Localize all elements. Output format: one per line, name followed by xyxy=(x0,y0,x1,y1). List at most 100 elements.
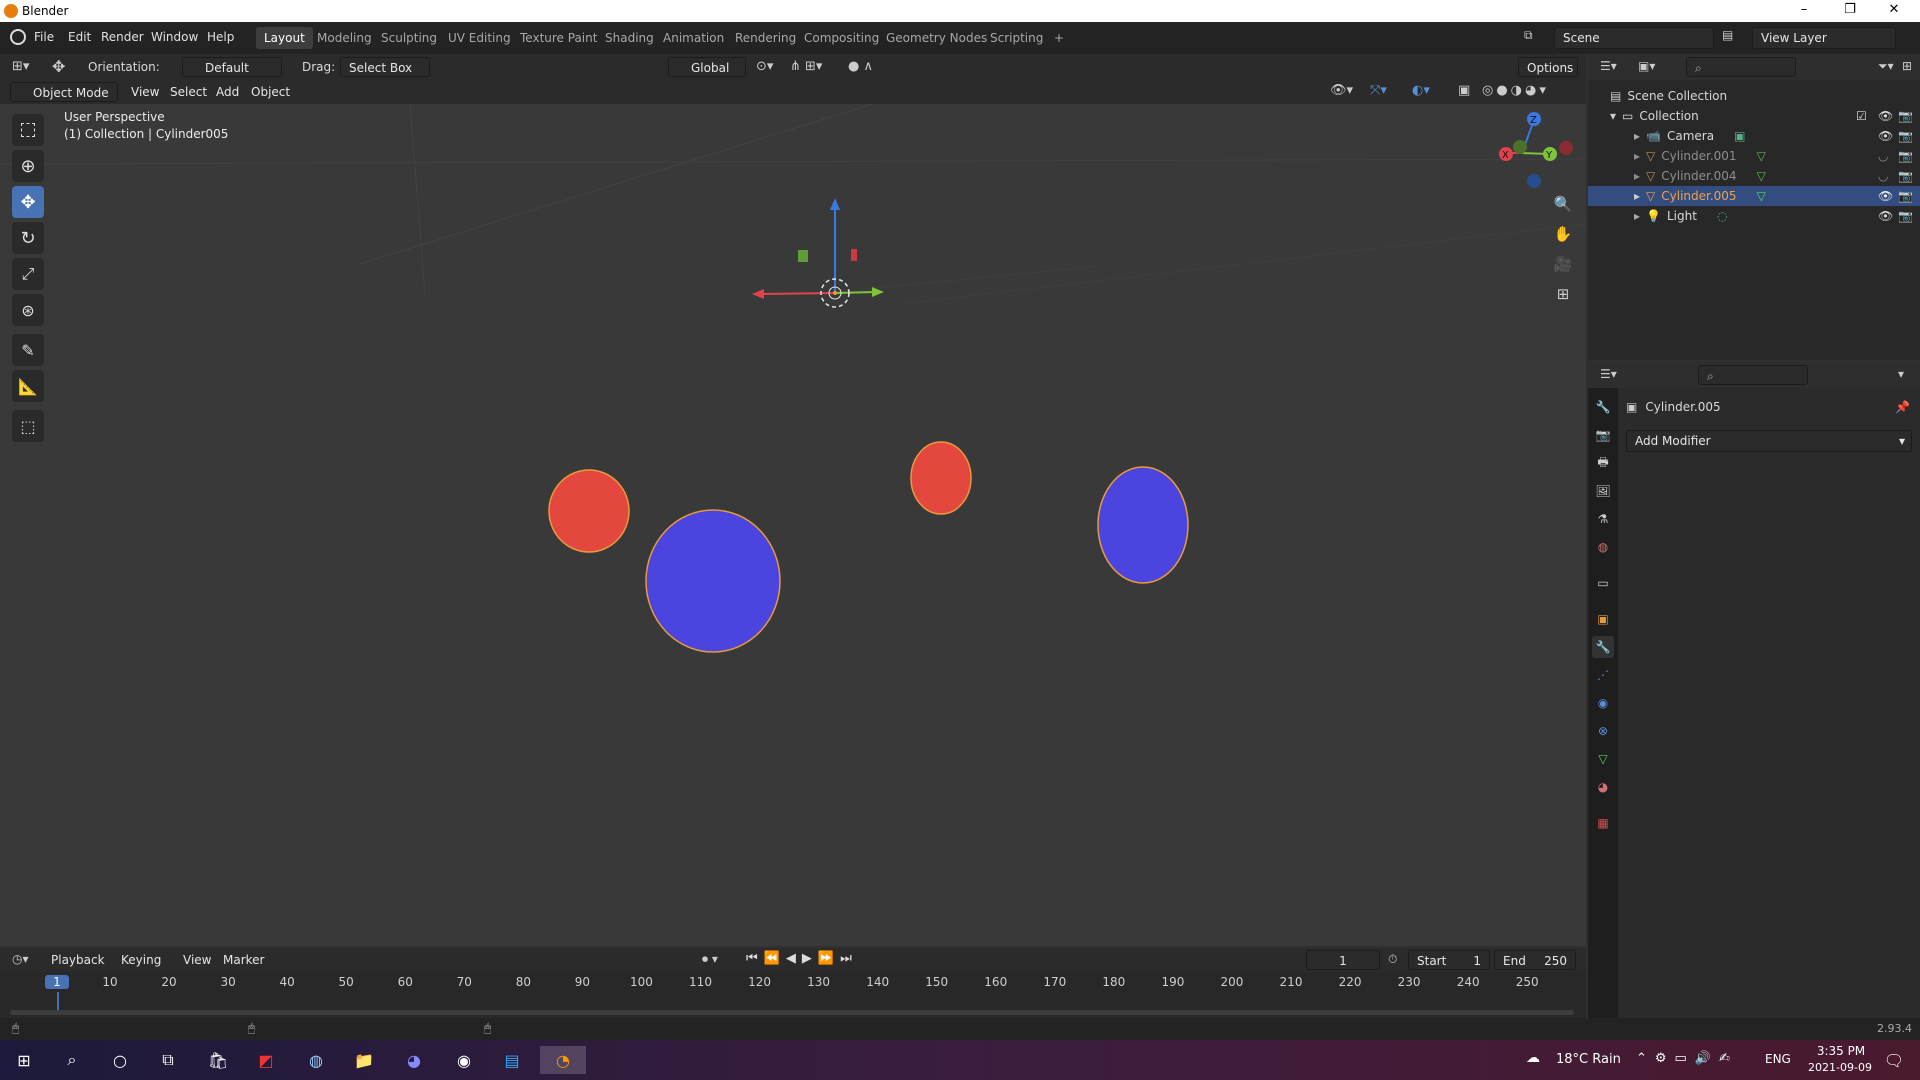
eye-icon[interactable]: 👁 xyxy=(1878,109,1893,123)
object-mode-dropdown[interactable]: Object Mode xyxy=(10,82,118,102)
tab-layout[interactable]: Layout xyxy=(256,27,313,49)
editor-type-icon[interactable]: ⊞▾ xyxy=(12,59,29,74)
modifier-tab-icon[interactable]: 🔧 xyxy=(1592,636,1614,658)
playback-controls-icons[interactable]: ⏮⏪◀▶⏩⏭ xyxy=(746,951,858,966)
clock-time[interactable]: 3:35 PM xyxy=(1806,1044,1876,1058)
particles-tab-icon[interactable]: ⋰ xyxy=(1592,664,1614,686)
transform-gizmo[interactable] xyxy=(752,198,884,308)
timeline-menu-marker[interactable]: Marker xyxy=(216,950,271,970)
scale-tool[interactable]: ⤢ xyxy=(12,258,44,290)
menu-window[interactable]: Window xyxy=(151,30,198,44)
steam-icon[interactable]: ◍ xyxy=(296,1046,336,1074)
expand-arrow-icon[interactable]: ▸ xyxy=(1634,129,1640,143)
system-tray-icons[interactable]: ⌃⚙▭🔊✍ xyxy=(1636,1051,1738,1066)
tab-modeling[interactable]: Modeling xyxy=(309,27,380,49)
cylinder-blue-left[interactable] xyxy=(645,509,781,653)
outliner-item-light[interactable]: ▸ 💡 Light ◌ 👁 📷 xyxy=(1588,206,1920,226)
tab-shading[interactable]: Shading xyxy=(597,27,662,49)
menu-render[interactable]: Render xyxy=(101,30,144,44)
perspective-toggle-icon[interactable]: ⊞ xyxy=(1549,280,1577,308)
timeline-scrollbar[interactable] xyxy=(10,1010,1574,1015)
tab-rendering[interactable]: Rendering xyxy=(727,27,804,49)
scene-selector[interactable]: Scene xyxy=(1554,27,1714,49)
add-modifier-dropdown[interactable]: Add Modifier ▾ xyxy=(1626,430,1912,452)
collection-tab-icon[interactable]: ▭ xyxy=(1592,572,1614,594)
cylinder-red-left[interactable] xyxy=(548,469,630,553)
properties-search-input[interactable]: ⌕ xyxy=(1698,365,1808,385)
camera-view-icon[interactable]: 🎥 xyxy=(1549,250,1577,278)
tool-tab-icon[interactable]: 🔧 xyxy=(1592,396,1614,418)
outliner-item-cylinder-004[interactable]: ▸ ▽ Cylinder.004 ▽ ◡ 📷 xyxy=(1588,166,1920,186)
select-box-tool[interactable] xyxy=(12,114,44,146)
pivot-icon[interactable]: ⊙▾ xyxy=(756,59,773,74)
pin-icon[interactable]: 📌 xyxy=(1895,400,1910,414)
tab-scripting[interactable]: Scripting xyxy=(982,27,1051,49)
render-camera-icon[interactable]: 📷 xyxy=(1898,129,1913,143)
task-view-icon[interactable]: ⧉ xyxy=(148,1046,188,1074)
proportional-edit-icon[interactable]: ● ∧ xyxy=(848,59,873,74)
transform-tool[interactable]: ⊛ xyxy=(12,294,44,326)
scene-tab-icon[interactable]: ⚗ xyxy=(1592,508,1614,530)
properties-editor-icon[interactable]: ☰▾ xyxy=(1600,367,1617,381)
amd-icon[interactable]: ◩ xyxy=(246,1046,286,1074)
weather-icon[interactable]: ☁ xyxy=(1526,1050,1540,1066)
timeline-editor-icon[interactable]: ◷▾ xyxy=(12,952,29,966)
render-camera-icon[interactable]: 📷 xyxy=(1898,209,1913,223)
viewport-menu-add[interactable]: Add xyxy=(209,82,246,102)
navigation-gizmo[interactable]: Z Y X xyxy=(1499,112,1573,188)
menu-edit[interactable]: Edit xyxy=(68,30,91,44)
cursor-tool[interactable]: ⊕ xyxy=(12,150,44,182)
annotate-tool[interactable]: ✎ xyxy=(12,334,44,366)
language-indicator[interactable]: ENG xyxy=(1765,1052,1791,1066)
viewport-menu-view[interactable]: View xyxy=(124,82,166,102)
render-camera-icon[interactable]: 📷 xyxy=(1898,169,1913,183)
tab-texture-paint[interactable]: Texture Paint xyxy=(512,27,605,49)
xray-icon[interactable]: ▣ xyxy=(1458,83,1470,98)
eye-icon[interactable]: 👁 xyxy=(1878,189,1893,203)
snap-icon[interactable]: ⋔ ⊞▾ xyxy=(790,59,822,74)
expand-arrow-icon[interactable]: ▸ xyxy=(1634,209,1640,223)
playhead[interactable]: 1 xyxy=(45,975,69,989)
pan-hand-icon[interactable]: ✋ xyxy=(1549,220,1577,248)
current-frame-field[interactable]: 1 xyxy=(1306,950,1380,970)
view-layer-selector[interactable]: View Layer xyxy=(1752,27,1896,49)
world-tab-icon[interactable]: ◍ xyxy=(1592,536,1614,558)
move-tool[interactable]: ✥ xyxy=(12,186,44,218)
restore-button[interactable]: ❐ xyxy=(1830,2,1870,20)
eye-hidden-icon[interactable]: ◡ xyxy=(1878,149,1888,163)
outliner-editor-icon[interactable]: ☰▾ xyxy=(1600,59,1617,73)
overlays-icon[interactable]: ◐▾ xyxy=(1412,83,1430,98)
outliner-item-cylinder-005[interactable]: ▸ ▽ Cylinder.005 ▽ 👁 📷 xyxy=(1588,186,1920,206)
physics-tab-icon[interactable]: ◉ xyxy=(1592,692,1614,714)
constraints-tab-icon[interactable]: ⊗ xyxy=(1592,720,1614,742)
outliner-collection[interactable]: ▾ ▭ Collection ☑ 👁 📷 xyxy=(1588,106,1920,126)
eye-icon[interactable]: 👁 xyxy=(1878,209,1893,223)
object-tab-icon[interactable]: ▣ xyxy=(1592,608,1614,630)
end-frame-field[interactable]: End 250 xyxy=(1494,950,1576,970)
expand-arrow-icon[interactable]: ▸ xyxy=(1634,169,1640,183)
app-icon[interactable]: ▤ xyxy=(492,1046,532,1074)
minimize-button[interactable]: – xyxy=(1784,2,1824,20)
tab-animation[interactable]: Animation xyxy=(655,27,732,49)
visibility-icon[interactable]: 👁▾ xyxy=(1330,83,1353,98)
add-workspace-button[interactable]: + xyxy=(1046,27,1072,49)
texture-tab-icon[interactable]: ▦ xyxy=(1592,812,1614,834)
eye-hidden-icon[interactable]: ◡ xyxy=(1878,169,1888,183)
drag-dropdown[interactable]: Select Box xyxy=(340,57,430,77)
3d-viewport[interactable]: Z Y X User Perspective (1) Collection | … xyxy=(0,104,1586,946)
start-frame-field[interactable]: Start 1 xyxy=(1408,950,1490,970)
view-layer-tab-icon[interactable]: 🖼 xyxy=(1592,480,1614,502)
outliner-item-camera[interactable]: ▸ 📹 Camera ▣ 👁 📷 xyxy=(1588,126,1920,146)
outliner-search-input[interactable]: ⌕ xyxy=(1686,57,1796,77)
new-collection-icon[interactable]: ⊞ xyxy=(1902,59,1912,73)
display-mode-icon[interactable]: ▣▾ xyxy=(1638,59,1655,73)
transform-orientation-dropdown[interactable]: Global xyxy=(668,57,746,77)
discord-icon[interactable]: ◕ xyxy=(394,1046,434,1074)
shading-mode-icons[interactable]: ◎●◑◕▾ xyxy=(1482,83,1549,98)
menu-file[interactable]: File xyxy=(34,30,54,44)
orientation-dropdown[interactable]: Default xyxy=(182,57,282,77)
measure-tool[interactable]: 📐 xyxy=(12,370,44,402)
close-button[interactable]: ✕ xyxy=(1874,2,1914,20)
stopwatch-icon[interactable]: ⏱ xyxy=(1388,952,1397,967)
blender-menu-icon[interactable] xyxy=(10,29,26,45)
